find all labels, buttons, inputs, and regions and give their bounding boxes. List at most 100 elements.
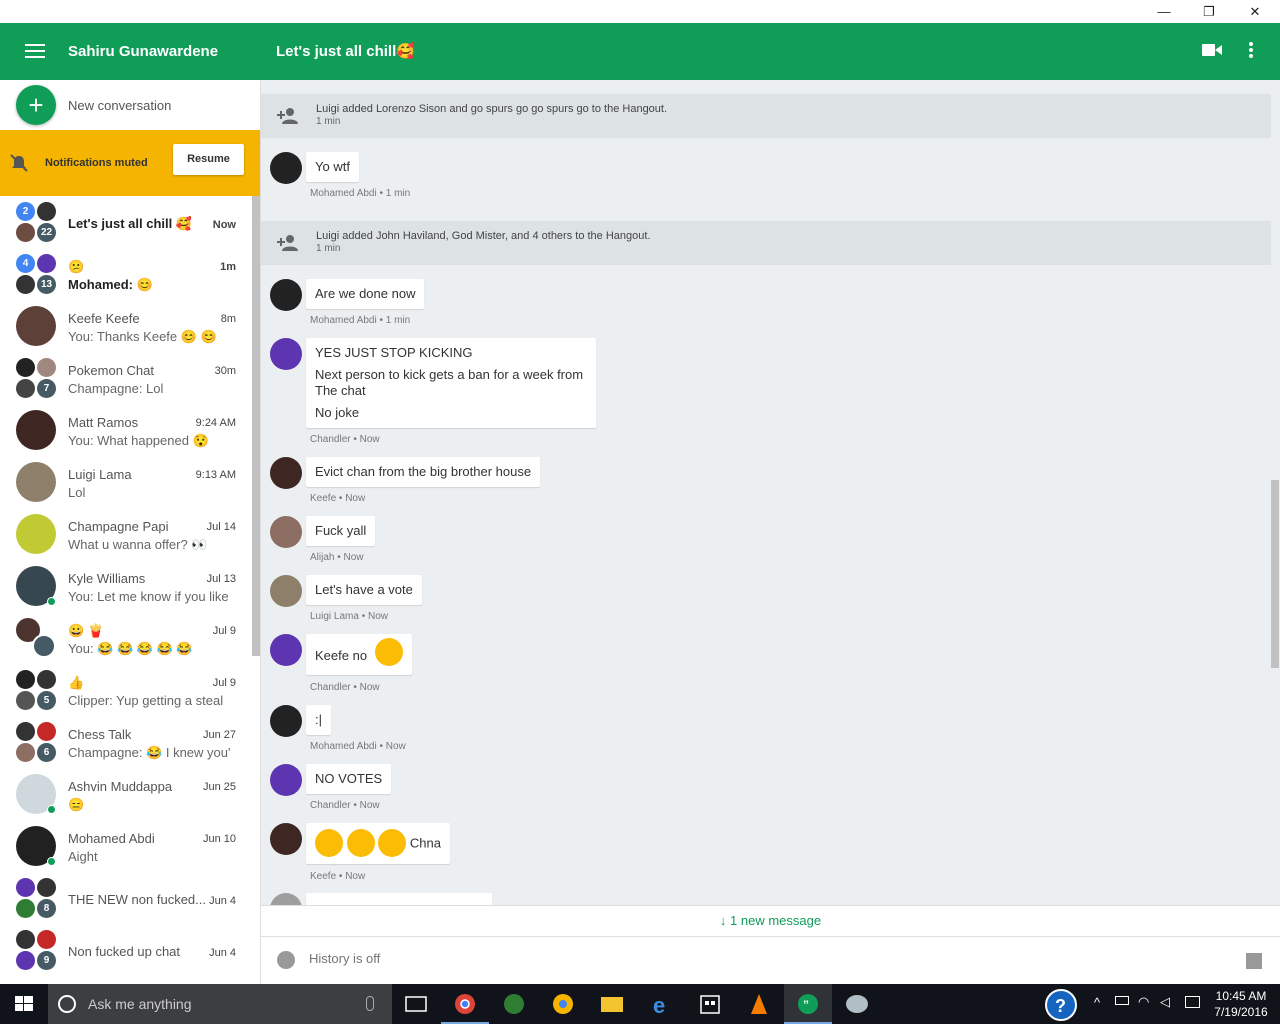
avatar <box>16 275 35 294</box>
group-avatar <box>16 618 56 658</box>
conversation-name: Chess Talk <box>68 727 132 742</box>
message-meta: Alijah • Now <box>310 552 364 563</box>
battery-icon[interactable] <box>1115 996 1129 1005</box>
conversation-item[interactable]: Matt Ramos You: What happened 😯 9:24 AM <box>0 404 252 456</box>
chrome-icon[interactable] <box>441 984 489 1024</box>
restore-button[interactable]: ❐ <box>1186 0 1232 23</box>
sidebar: + New conversation Notifications muted R… <box>0 80 261 984</box>
group-avatar: 8 <box>16 878 56 918</box>
conversation-item[interactable]: Keefe Keefe You: Thanks Keefe 😊 😊 8m <box>0 300 252 352</box>
conversation-time: 9:13 AM <box>195 469 236 481</box>
microphone-icon[interactable] <box>366 996 374 1011</box>
video-call-icon[interactable] <box>1202 43 1222 57</box>
sidebar-scrollbar[interactable] <box>252 196 260 656</box>
conversation-time: Jun 4 <box>209 895 236 907</box>
avatar <box>270 575 302 607</box>
paint-icon[interactable] <box>833 984 881 1024</box>
store-icon[interactable] <box>686 984 734 1024</box>
group-avatar: 2 22 <box>16 202 56 242</box>
more-options-icon[interactable] <box>1248 42 1254 60</box>
image-icon[interactable] <box>1246 953 1262 969</box>
group-avatar: 9 <box>16 930 56 970</box>
hangouts-icon[interactable]: ” <box>784 984 832 1024</box>
clock-date: 7/19/2016 <box>1214 1005 1268 1019</box>
conversation-item[interactable]: 8 THE NEW non fucked... Jun 4 <box>0 872 252 924</box>
conversation-item[interactable]: Kyle Williams You: Let me know if you li… <box>0 560 252 612</box>
close-button[interactable]: ✕ <box>1232 0 1278 23</box>
conversation-preview: You: 😂 😂 😂 😂 😂 <box>68 641 193 656</box>
conversation-time: 9:24 AM <box>195 417 236 429</box>
cortana-search-box[interactable]: Ask me anything <box>48 984 392 1024</box>
message-bubble: :| <box>306 705 331 735</box>
conversation-preview: Clipper: Yup getting a steal <box>68 693 224 708</box>
conversation-title: Let's just all chill🥰 <box>276 43 415 60</box>
action-center-icon[interactable] <box>1185 996 1200 1008</box>
clock-time: 10:45 AM <box>1215 989 1267 1003</box>
new-message-indicator[interactable]: ↓ 1 new message <box>261 905 1280 936</box>
system-message-text: Luigi added Lorenzo Sison and go spurs g… <box>316 103 668 115</box>
arrow-down-icon: ↓ <box>719 913 731 928</box>
avatar <box>270 152 302 184</box>
conversation-item[interactable]: 9 Non fucked up chat Jun 4 <box>0 924 252 976</box>
vlc-icon[interactable] <box>735 984 783 1024</box>
group-avatar: 5 <box>16 670 56 710</box>
windows-start-icon[interactable] <box>0 984 48 1024</box>
conversation-item[interactable]: Mohamed Abdi Aight Jun 10 <box>0 820 252 872</box>
conversation-time: 1m <box>220 261 236 273</box>
notifications-muted-label: Notifications muted <box>45 157 148 169</box>
edge-icon[interactable]: e <box>637 984 685 1024</box>
chevron-up-icon[interactable]: ^ <box>1094 995 1100 1010</box>
message-input[interactable] <box>309 951 1209 966</box>
conversation-time: Jun 4 <box>209 947 236 959</box>
resume-button[interactable]: Resume <box>173 144 244 175</box>
conversation-preview: Mohamed: 😊 <box>68 277 153 292</box>
new-conversation-row[interactable]: + New conversation <box>0 80 260 130</box>
conversation-item[interactable]: Champagne Papi What u wanna offer? 👀 Jul… <box>0 508 252 560</box>
group-avatar: 7 <box>16 358 56 398</box>
minimize-button[interactable]: — <box>1141 0 1187 23</box>
app-icon[interactable] <box>490 984 538 1024</box>
volume-icon[interactable]: ◁ <box>1160 994 1170 1010</box>
conversation-item[interactable]: Luigi Lama Lol 9:13 AM <box>0 456 252 508</box>
avatar <box>270 338 302 370</box>
emoji-icon[interactable] <box>277 951 295 969</box>
conversation-preview: You: Thanks Keefe 😊 😊 <box>68 329 217 344</box>
notifications-muted-bar: Notifications muted Resume <box>0 130 260 196</box>
conversation-preview: 😑 <box>68 797 85 812</box>
unread-badge: 2 <box>16 202 35 221</box>
avatar <box>270 457 302 489</box>
conversation-item[interactable]: 5 👍 Clipper: Yup getting a steal Jul 9 <box>0 664 252 716</box>
conversation-item[interactable]: 😀 🍟 You: 😂 😂 😂 😂 😂 Jul 9 <box>0 612 252 664</box>
add-icon[interactable]: + <box>16 85 56 125</box>
cortana-icon <box>58 995 76 1013</box>
system-message-time: 1 min <box>316 116 341 127</box>
conversation-item[interactable]: 7 Pokemon Chat Champagne: Lol 30m <box>0 352 252 404</box>
conversation-preview: Champagne: 😂 I knew you' <box>68 745 231 760</box>
taskbar-clock[interactable]: 10:45 AM 7/19/2016 <box>1212 988 1270 1020</box>
conversation-list: 2 22 Let's just all chill 🥰 Now 4 13 😕 M… <box>0 196 252 976</box>
message-bubble: Let's have a vote <box>306 575 422 605</box>
conversation-time: Jul 13 <box>206 573 236 585</box>
member-count-badge: 13 <box>37 275 56 294</box>
wifi-icon[interactable]: ◠ <box>1138 994 1149 1010</box>
window-titlebar: — ❐ ✕ <box>0 0 1280 23</box>
conversation-name: Ashvin Muddappa <box>68 779 173 794</box>
conversation-item[interactable]: 6 Chess Talk Champagne: 😂 I knew you' Ju… <box>0 716 252 768</box>
help-icon[interactable]: ? <box>1045 989 1077 1021</box>
file-explorer-icon[interactable] <box>588 984 636 1024</box>
conversation-time: Now <box>212 219 236 231</box>
conversation-time: Jul 9 <box>212 677 236 689</box>
online-indicator <box>47 805 56 814</box>
sunglasses-face-icon <box>378 829 407 857</box>
menu-icon[interactable] <box>25 44 45 58</box>
conversation-item[interactable]: 4 13 😕 Mohamed: 😊 1m <box>0 248 252 300</box>
conversation-name: Luigi Lama <box>68 467 132 482</box>
conversation-preview: Champagne: Lol <box>68 381 164 396</box>
chrome-app-icon[interactable] <box>539 984 587 1024</box>
message-bubble: Fuck yall <box>306 516 376 546</box>
chat-scrollbar[interactable] <box>1271 480 1279 668</box>
avatar <box>270 705 302 737</box>
task-view-icon[interactable] <box>392 984 440 1024</box>
conversation-item[interactable]: 2 22 Let's just all chill 🥰 Now <box>0 196 252 248</box>
conversation-item[interactable]: Ashvin Muddappa 😑 Jun 25 <box>0 768 252 820</box>
